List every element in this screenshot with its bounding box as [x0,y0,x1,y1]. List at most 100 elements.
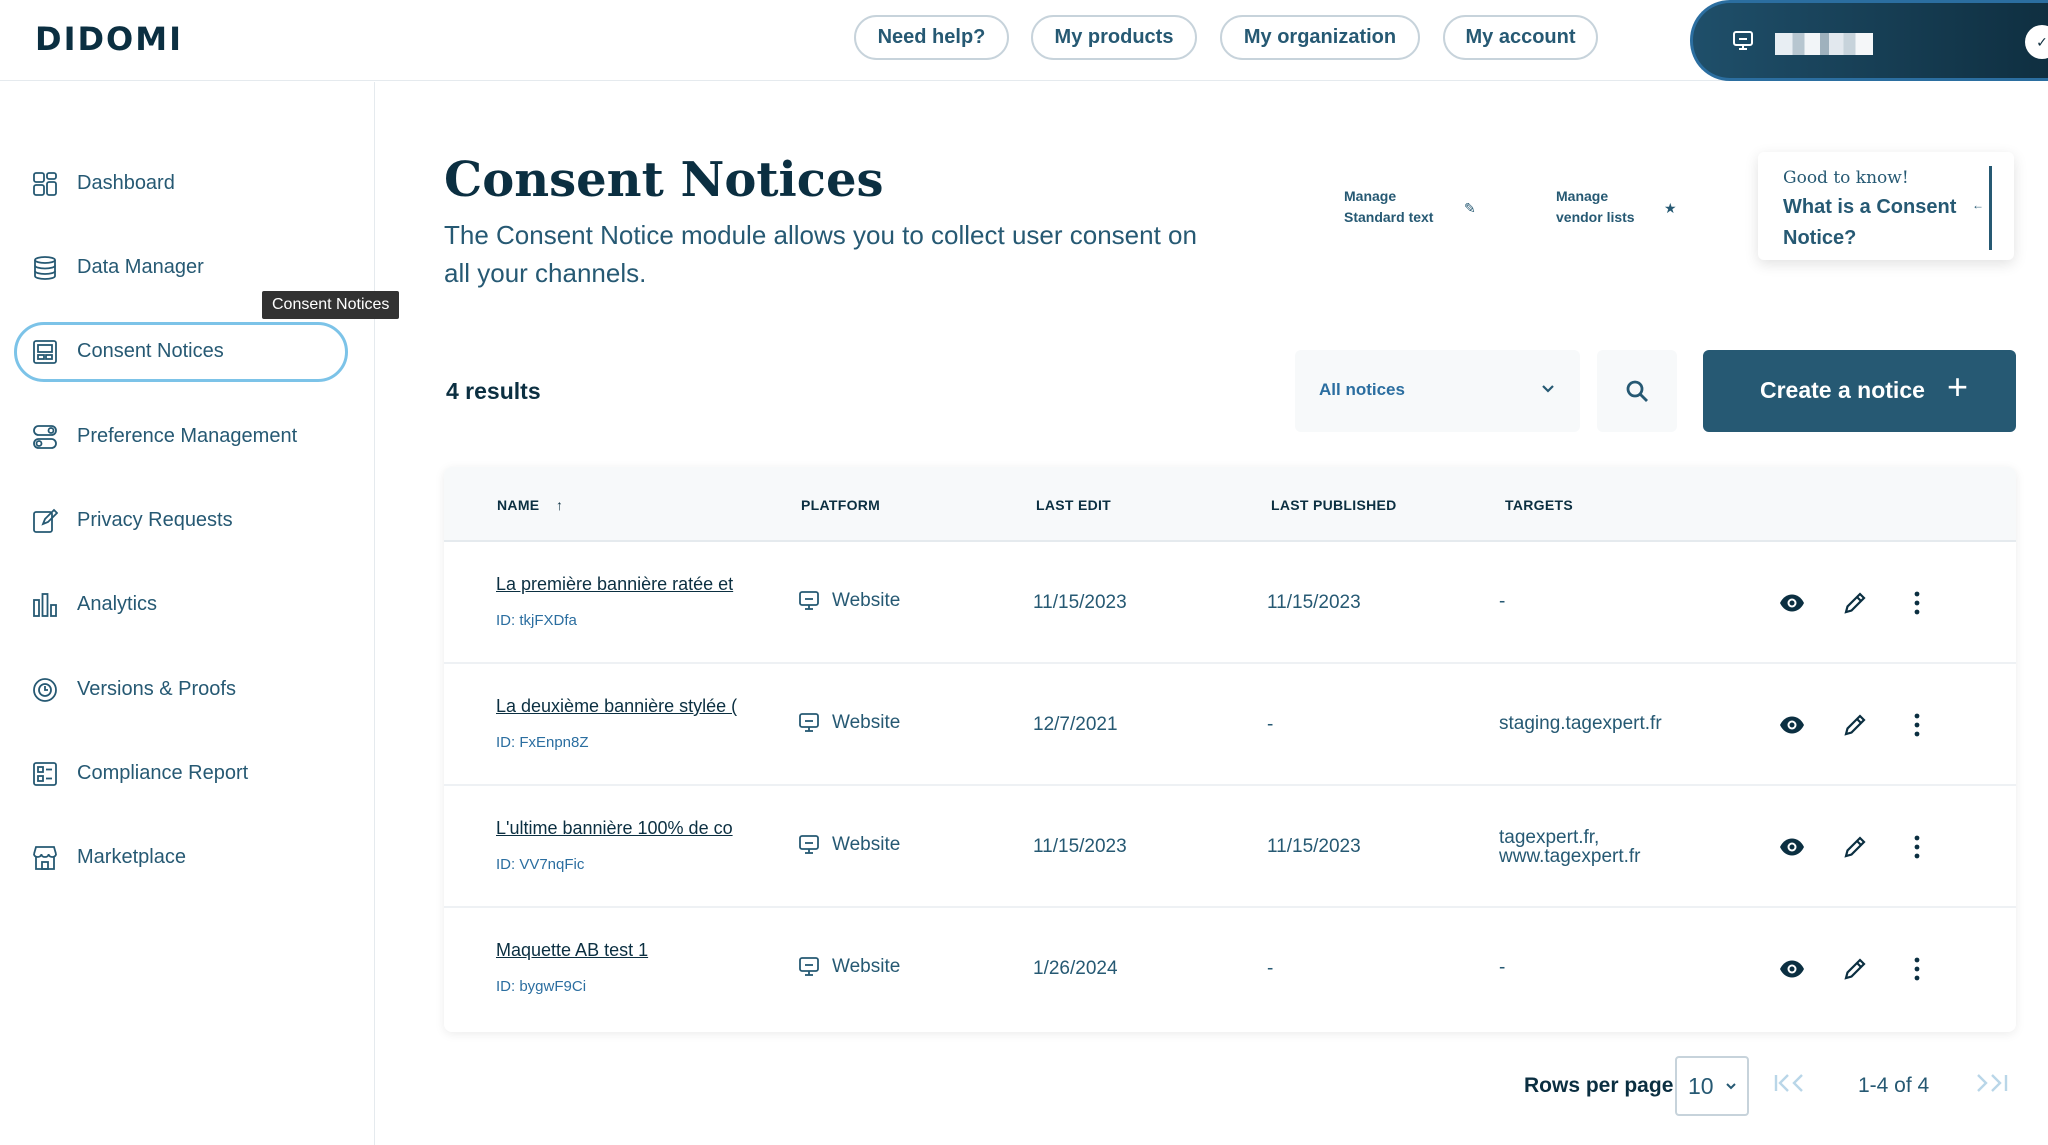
notice-name-link[interactable]: La première bannière ratée et [496,574,756,595]
card-accent-bar [1989,166,1992,250]
my-products-button[interactable]: My products [1031,15,1197,60]
platform-cell: Website [798,712,900,734]
monitor-icon [799,591,819,610]
targets-cell: - [1499,591,1506,612]
monitor-icon [799,957,819,976]
last-page-icon [1977,1074,2008,1092]
notice-icon [33,340,57,364]
manage-vendor-lists-line2: vendor lists [1556,209,1635,225]
targets-cell: staging.tagexpert.fr [1499,713,1662,734]
column-header-last-edit: LAST EDIT [1036,497,1112,513]
page-range: 1-4 of 4 [1858,1074,1930,1097]
table-row[interactable]: La première bannière ratée et ID: tkjFXD… [444,542,2016,664]
last-published-cell: 11/15/2023 [1267,836,1361,857]
toggles-icon [33,425,57,449]
chevron-down-icon [1542,385,1554,393]
edit-pencil-icon[interactable] [1842,834,1868,860]
sidebar-item-label: Consent Notices [77,340,224,362]
manage-standard-text-line1: Manage [1344,188,1397,204]
sidebar-item-marketplace[interactable]: Marketplace [14,828,348,888]
edit-pencil-icon[interactable] [1842,590,1868,616]
organization-name-redacted [1775,33,1873,55]
table-row[interactable]: La deuxième bannière stylée ( ID: FxEnpn… [444,664,2016,786]
preview-eye-icon[interactable] [1779,712,1805,738]
last-edit-cell: 11/15/2023 [1033,592,1127,613]
chevron-down-icon[interactable]: ✓ [2025,25,2048,59]
last-published-cell: - [1267,958,1274,979]
notices-table: NAME ↑ PLATFORM LAST EDIT LAST PUBLISHED… [444,467,2016,1032]
column-header-name[interactable]: NAME [497,497,539,513]
notice-name-link[interactable]: L'ultime bannière 100% de co [496,818,756,839]
last-published-cell: 11/15/2023 [1267,592,1361,613]
plus-icon: + [1947,366,1969,407]
notice-filter-select[interactable]: All notices [1295,350,1580,432]
last-edit-cell: 11/15/2023 [1033,836,1127,857]
monitor-icon [799,713,819,732]
targets-cell: - [1499,957,1506,978]
notice-filter-value: All notices [1319,380,1405,399]
sidebar-item-consent-notices[interactable]: Consent Notices [14,322,348,382]
preview-eye-icon[interactable] [1779,956,1805,982]
preview-eye-icon[interactable] [1779,834,1805,860]
first-page-icon [1774,1074,1803,1092]
sidebar-item-compliance-report[interactable]: Compliance Report [14,744,348,804]
sidebar-item-label: Privacy Requests [77,509,233,531]
pencil-icon: ✎ [1464,200,1476,216]
need-help-button[interactable]: Need help? [854,15,1009,60]
table-row[interactable]: Maquette AB test 1 ID: bygwF9Ci Website … [444,908,2016,1030]
more-options-icon[interactable] [1904,956,1930,982]
column-header-last-published: LAST PUBLISHED [1271,497,1397,513]
organization-switcher[interactable]: ✓ [1690,0,2048,81]
column-header-targets: TARGETS [1505,497,1573,513]
notice-name-link[interactable]: Maquette AB test 1 [496,940,756,961]
monitor-icon [799,835,819,854]
sidebar-item-privacy-requests[interactable]: Privacy Requests [14,491,348,551]
more-options-icon[interactable] [1904,712,1930,738]
sort-ascending-icon[interactable]: ↑ [556,497,563,513]
sidebar-item-analytics[interactable]: Analytics [14,575,348,635]
sidebar-item-label: Dashboard [77,172,175,194]
more-options-icon[interactable] [1904,834,1930,860]
first-page-button[interactable] [1772,1070,1812,1103]
manage-standard-text-link[interactable]: Manage Standard text [1344,186,1433,228]
notice-id: ID: VV7nqFic [496,856,585,873]
more-options-icon[interactable] [1904,590,1930,616]
rows-per-page-select[interactable]: 10 [1675,1056,1749,1116]
good-to-know-label: Good to know! [1783,168,1909,188]
sidebar: Dashboard Data Manager Consent Notices P… [0,82,375,1145]
sidebar-item-label: Analytics [77,593,158,615]
create-notice-button[interactable]: Create a notice + [1703,350,2016,432]
column-header-platform: PLATFORM [801,497,881,513]
search-button[interactable] [1597,350,1677,432]
manage-vendor-lists-link[interactable]: Manage vendor lists [1556,186,1635,228]
page-subtitle: The Consent Notice module allows you to … [444,220,1197,288]
last-page-button[interactable] [1972,1070,2012,1103]
dashboard-icon [33,172,57,196]
monitor-icon [1733,31,1753,50]
star-icon: ★ [1664,200,1677,216]
chevron-down-icon [1726,1083,1736,1090]
notice-name-link[interactable]: La deuxième bannière stylée ( [496,696,756,717]
platform-cell: Website [798,834,900,856]
edit-pencil-icon[interactable] [1842,712,1868,738]
my-organization-button[interactable]: My organization [1220,15,1420,60]
platform-label: Website [832,956,901,977]
my-account-button[interactable]: My account [1443,15,1598,60]
sidebar-item-data-manager[interactable]: Data Manager [14,238,348,298]
didomi-logo[interactable]: DIDOMI [35,20,183,58]
sidebar-tooltip: Consent Notices [262,291,400,319]
sidebar-item-versions-proofs[interactable]: Versions & Proofs [14,660,348,720]
manage-vendor-lists-line1: Manage [1556,188,1609,204]
sidebar-item-label: Preference Management [77,425,298,447]
platform-cell: Website [798,956,900,978]
sidebar-item-preference-management[interactable]: Preference Management [14,407,348,467]
bar-chart-icon [33,593,57,617]
edit-pencil-icon[interactable] [1842,956,1868,982]
platform-label: Website [832,712,901,733]
notice-id: ID: bygwF9Ci [496,978,587,995]
database-icon [34,256,56,280]
table-row[interactable]: L'ultime bannière 100% de co ID: VV7nqFi… [444,786,2016,908]
sidebar-item-dashboard[interactable]: Dashboard [14,154,348,214]
preview-eye-icon[interactable] [1779,590,1805,616]
good-to-know-card[interactable]: Good to know! What is a Consent Notice? … [1758,152,2014,260]
